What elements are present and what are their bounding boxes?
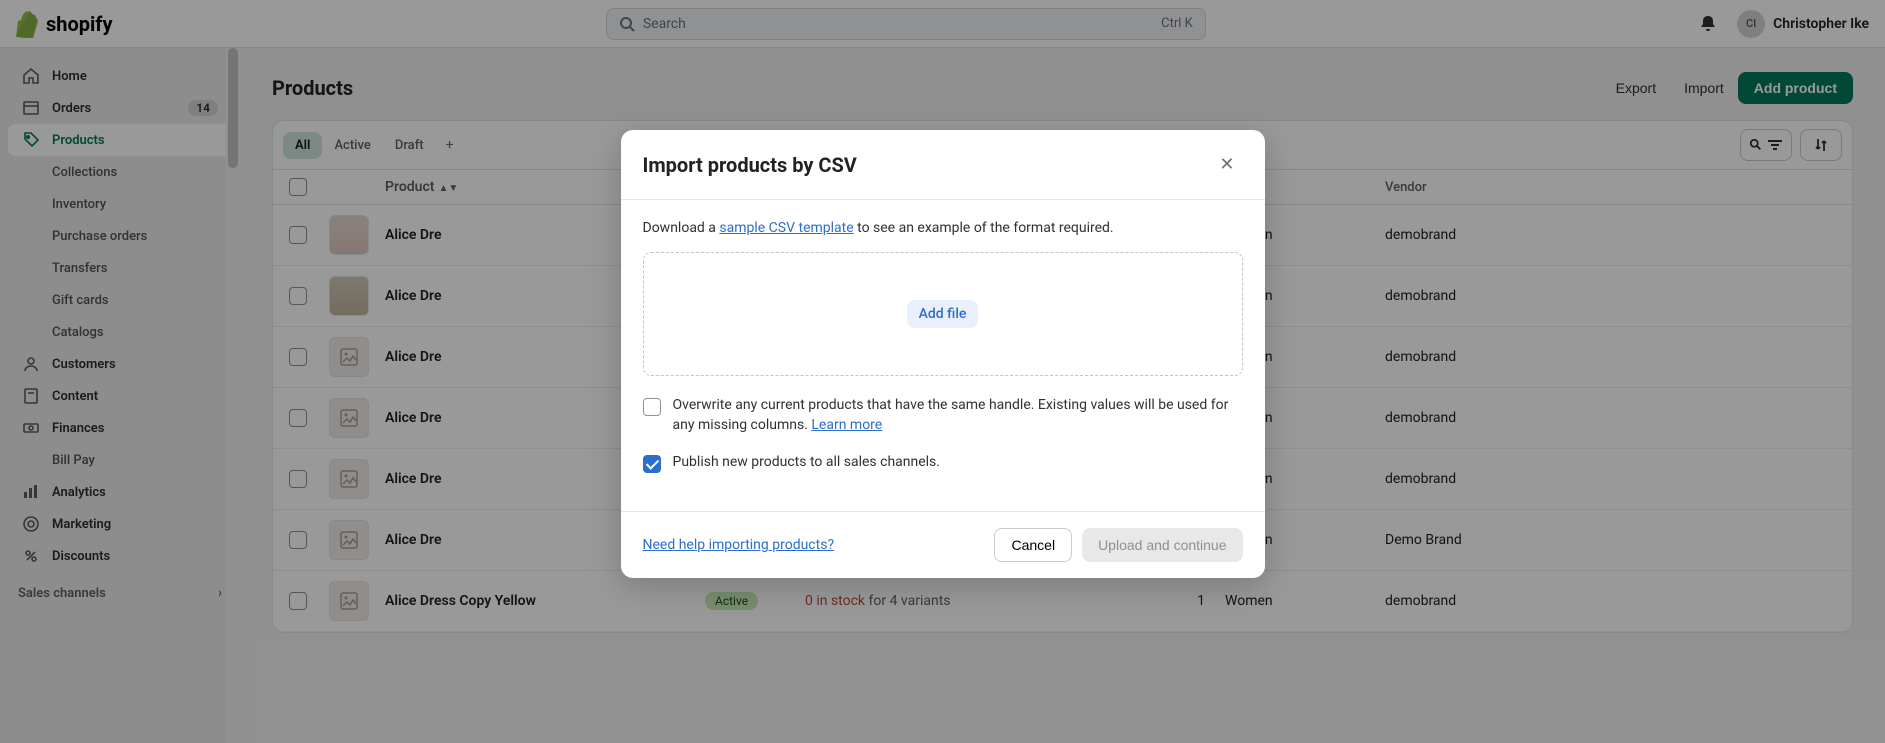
import-csv-modal: Import products by CSV ✕ Download a samp… — [621, 130, 1265, 578]
sample-csv-link[interactable]: sample CSV template — [719, 220, 853, 236]
close-icon: ✕ — [1219, 154, 1234, 174]
modal-body: Download a sample CSV template to see an… — [621, 200, 1265, 511]
overwrite-option: Overwrite any current products that have… — [643, 396, 1243, 435]
cancel-button[interactable]: Cancel — [994, 528, 1072, 562]
modal-instruction: Download a sample CSV template to see an… — [643, 220, 1243, 236]
upload-continue-button: Upload and continue — [1082, 528, 1242, 562]
file-dropzone[interactable]: Add file — [643, 252, 1243, 376]
overwrite-checkbox[interactable] — [643, 398, 661, 416]
help-link[interactable]: Need help importing products? — [643, 537, 835, 553]
modal-footer: Need help importing products? Cancel Upl… — [621, 511, 1265, 578]
add-file-button[interactable]: Add file — [907, 300, 979, 328]
learn-more-link[interactable]: Learn more — [811, 417, 882, 433]
publish-option: Publish new products to all sales channe… — [643, 453, 1243, 473]
modal-header: Import products by CSV ✕ — [621, 130, 1265, 200]
modal-title: Import products by CSV — [643, 153, 1212, 177]
modal-close-button[interactable]: ✕ — [1211, 150, 1242, 179]
publish-checkbox[interactable] — [643, 455, 661, 473]
